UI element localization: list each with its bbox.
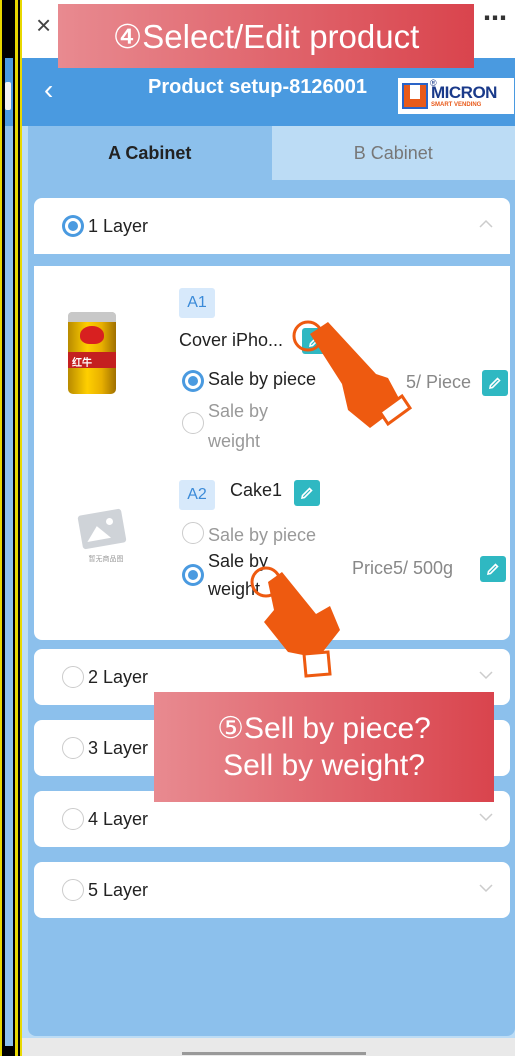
chevron-down-icon[interactable]	[478, 809, 494, 825]
pencil-icon	[300, 487, 313, 500]
more-icon[interactable]: ⋯	[483, 4, 507, 33]
page-title: Product setup-8126001	[148, 76, 367, 98]
layer-4-radio[interactable]	[62, 808, 84, 830]
layer-label: 1 Layer	[88, 215, 149, 236]
product-name-a2[interactable]: Cake1	[230, 480, 282, 501]
pencil-icon	[486, 563, 499, 576]
layer-5-radio[interactable]	[62, 879, 84, 901]
layer-label: 2 Layer	[88, 666, 149, 687]
logo-registered: ®	[430, 78, 437, 88]
slot-tag-a2: A2	[179, 480, 215, 510]
left-edge-button	[5, 82, 11, 110]
red-bull-can-image[interactable]: 红牛	[68, 312, 116, 394]
logo-mark-icon	[402, 83, 428, 109]
tab-b-cabinet[interactable]: B Cabinet	[271, 126, 515, 180]
caption-sell-by: ⑤Sell by piece? Sell by weight?	[154, 692, 494, 802]
close-icon[interactable]: ×	[36, 10, 51, 40]
layer-row-5[interactable]: 5 Layer	[34, 862, 510, 918]
edit-name-button-a2[interactable]	[294, 480, 320, 506]
layer-label: 5 Layer	[88, 879, 149, 900]
chevron-down-icon[interactable]	[478, 667, 494, 683]
edit-price-button-a1[interactable]	[482, 370, 508, 396]
back-icon[interactable]: ‹	[44, 74, 53, 106]
layer-label: 4 Layer	[88, 808, 149, 829]
pencil-icon	[488, 377, 501, 390]
left-edge-strip	[0, 0, 18, 1056]
micron-logo: ® MICRON SMART VENDING	[398, 78, 514, 114]
logo-subtext: SMART VENDING	[431, 102, 482, 108]
can-label: 红牛	[72, 358, 92, 369]
phone-screen: × ⋯ ‹ Product setup-8126001 ® MICRON SMA…	[20, 0, 515, 1056]
logo-text: MICRON	[431, 83, 497, 102]
slot-tag-a1: A1	[179, 288, 215, 318]
layer-row-1[interactable]: 1 Layer	[34, 198, 510, 254]
home-indicator[interactable]	[182, 1052, 366, 1055]
sale-by-weight-radio-a1[interactable]	[182, 412, 204, 434]
caption-sell-by-line1: ⑤Sell by piece?	[217, 711, 431, 745]
caption-sell-by-line2: Sell by weight?	[223, 749, 425, 782]
sale-by-weight-label-a1-line2: weight	[208, 431, 261, 451]
placeholder-image-icon[interactable]: 暂无商品图	[76, 504, 136, 563]
hand-pointer-icon	[250, 566, 340, 678]
caption-select-edit: ④Select/Edit product	[58, 4, 474, 68]
sale-by-weight-label-a1-line1: Sale by	[208, 401, 269, 421]
sale-by-piece-radio-a2[interactable]	[182, 522, 204, 544]
sale-by-piece-radio-a1[interactable]	[182, 370, 204, 392]
layer-2-radio[interactable]	[62, 666, 84, 688]
chevron-down-icon[interactable]	[478, 880, 494, 896]
placeholder-caption: 暂无商品图	[88, 556, 124, 563]
chevron-up-icon[interactable]	[478, 216, 494, 232]
hand-pointer-icon	[292, 320, 413, 428]
layer-label: 3 Layer	[88, 737, 149, 758]
cabinet-tabs: A Cabinet B Cabinet	[28, 126, 515, 180]
edit-price-button-a2[interactable]	[480, 556, 506, 582]
sale-by-weight-radio-a2[interactable]	[182, 564, 204, 586]
layer-1-radio[interactable]	[62, 215, 84, 237]
product-name-a1[interactable]: Cover iPho...	[179, 330, 283, 351]
layer-3-radio[interactable]	[62, 737, 84, 759]
header-bar: ‹ Product setup-8126001 ® MICRON SMART V…	[22, 58, 515, 126]
left-edge-panel	[5, 126, 13, 1046]
tab-a-cabinet[interactable]: A Cabinet	[28, 126, 272, 180]
